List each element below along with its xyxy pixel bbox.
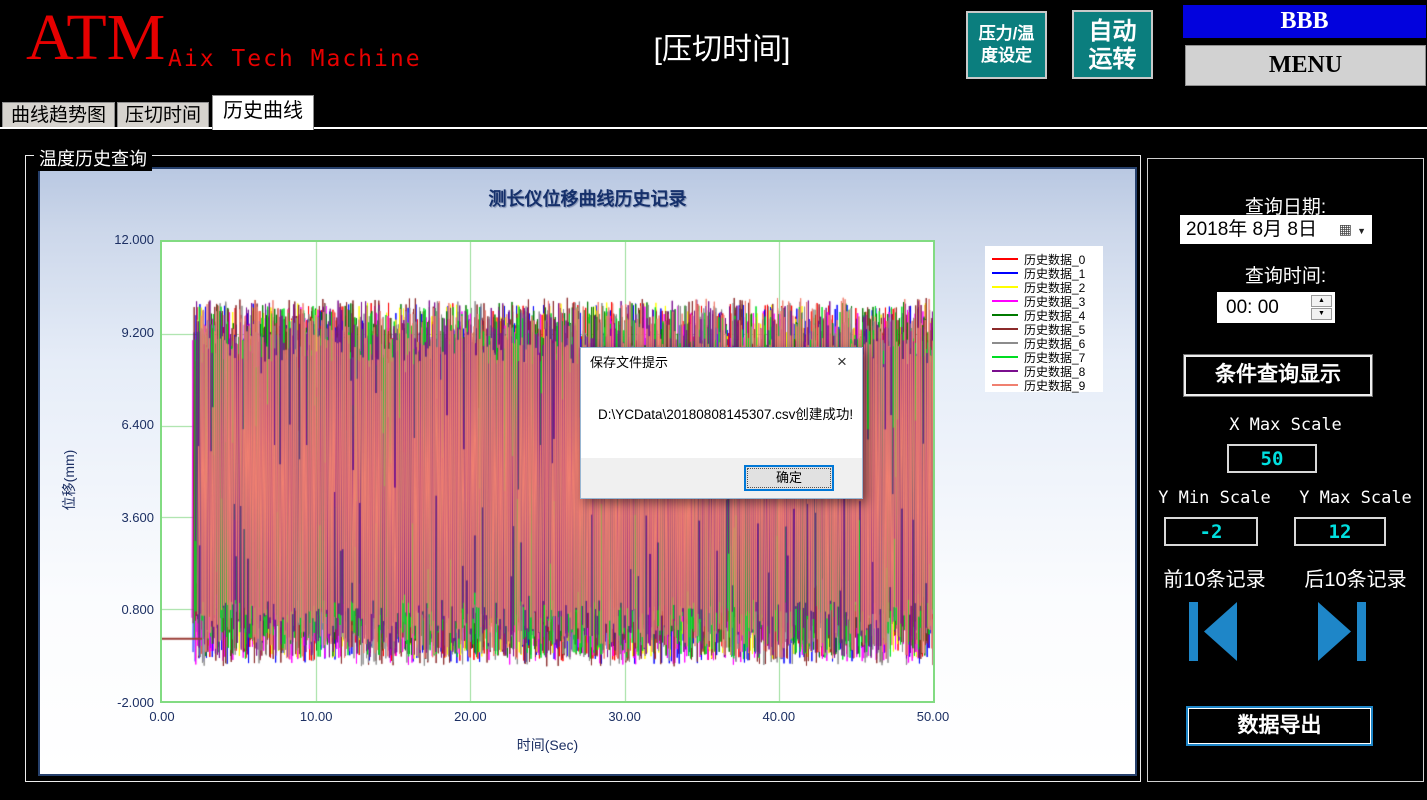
x-tick-label: 30.00 [608,709,641,724]
pressure-temp-label-line2: 度设定 [981,46,1032,65]
legend-line-swatch [992,384,1018,386]
tab-press-cut-time[interactable]: 压切时间 [117,102,209,127]
time-spinner: ▲ ▼ [1311,295,1332,320]
save-file-dialog: 保存文件提示 × D:\YCData\20180808145307.csv创建成… [580,347,863,499]
legend-line-swatch [992,328,1018,330]
query-time-label: 查询时间: [1244,266,1327,287]
data-export-button[interactable]: 数据导出 [1186,706,1373,746]
app-logo-subtitle: Aix Tech Machine [168,46,422,72]
x-tick-label: 0.00 [149,709,175,724]
legend-line-swatch [992,314,1018,316]
y-max-scale-label: Y Max Scale [1299,488,1412,508]
dialog-title: 保存文件提示 [590,355,669,370]
legend-line-swatch [992,258,1018,260]
query-time-value: 00: 00 [1226,297,1279,318]
y-tick-label: 0.800 [121,602,154,618]
conditional-query-button[interactable]: 条件查询显示 [1183,354,1373,397]
query-side-panel: 查询日期: 2018年 8月 8日 ▦ ▼ 查询时间: 00: 00 ▲ ▼ 条… [1147,158,1424,782]
status-banner: BBB [1183,5,1426,38]
x-max-scale-label: X Max Scale [1229,415,1342,435]
y-axis-title: 位移(mm) [61,449,77,511]
legend-line-swatch [992,300,1018,302]
prev-records-label: 前10条记录 [1163,569,1266,591]
x-tick-label: 20.00 [454,709,487,724]
x-tick-label: 10.00 [299,709,333,724]
app-logo: ATM [26,1,166,74]
next-records-label: 后10条记录 [1304,569,1407,591]
x-max-scale-input[interactable] [1227,444,1317,473]
spin-down-icon[interactable]: ▼ [1311,308,1332,320]
auto-run-label-line1: 自动 [1088,18,1137,45]
legend-item: 历史数据_9 [992,378,1103,393]
legend-line-swatch [992,356,1018,358]
legend-line-swatch [992,342,1018,344]
chart-legend: 历史数据_0 历史数据_1 历史数据_2 历史数据_3 历史数据_4 历史数据_5 历史数据… [985,246,1103,393]
close-icon[interactable]: × [822,348,862,377]
x-tick-label: 40.00 [762,709,796,724]
tab-history-curve[interactable]: 历史曲线 [212,95,314,130]
y-tick-label: -2.000 [117,695,154,710]
y-min-scale-input[interactable] [1164,517,1258,546]
y-tick-label: 9.200 [121,324,154,340]
auto-run-label-line2: 运转 [1088,46,1137,73]
legend-line-swatch [992,286,1018,288]
x-tick-label: 50.00 [916,709,950,724]
legend-line-swatch [992,272,1018,274]
y-tick-label: 3.600 [121,509,154,525]
skip-forward-icon[interactable] [1318,602,1366,661]
spin-up-icon[interactable]: ▲ [1311,295,1332,307]
y-tick-label: 6.400 [121,417,154,433]
ok-button[interactable]: 确定 [744,465,834,491]
query-time-field[interactable]: 00: 00 ▲ ▼ [1217,292,1335,323]
tab-curve-trend[interactable]: 曲线趋势图 [2,102,115,127]
calendar-icon: ▦ [1338,221,1352,237]
chart-title: 测长仪位移曲线历史记录 [488,189,687,209]
dialog-message: D:\YCData\20180808145307.csv创建成功! [598,407,854,422]
dialog-titlebar[interactable]: 保存文件提示 × [581,348,862,377]
groupbox-title: 温度历史查询 [34,145,152,171]
chevron-down-icon[interactable]: ▼ [1357,217,1366,246]
query-date-value: 2018年 8月 8日 [1186,219,1317,240]
page-title: [压切时间] [653,33,791,66]
y-max-scale-input[interactable] [1294,517,1386,546]
auto-run-button[interactable]: 自动 运转 [1072,10,1153,79]
pressure-temp-label-line1: 压力/温 [978,24,1035,43]
x-axis-title: 时间(Sec) [516,737,579,753]
menu-button[interactable]: MENU [1185,45,1426,86]
pressure-temp-setting-button[interactable]: 压力/温 度设定 [966,11,1047,79]
query-date-picker[interactable]: 2018年 8月 8日 ▦ ▼ [1180,215,1372,244]
skip-back-icon[interactable] [1189,602,1237,661]
dialog-footer: 确定 [581,458,862,498]
y-tick-label: 12.000 [114,232,154,247]
legend-line-swatch [992,370,1018,372]
legend-label: 历史数据_9 [1024,378,1086,393]
y-min-scale-label: Y Min Scale [1158,488,1271,508]
